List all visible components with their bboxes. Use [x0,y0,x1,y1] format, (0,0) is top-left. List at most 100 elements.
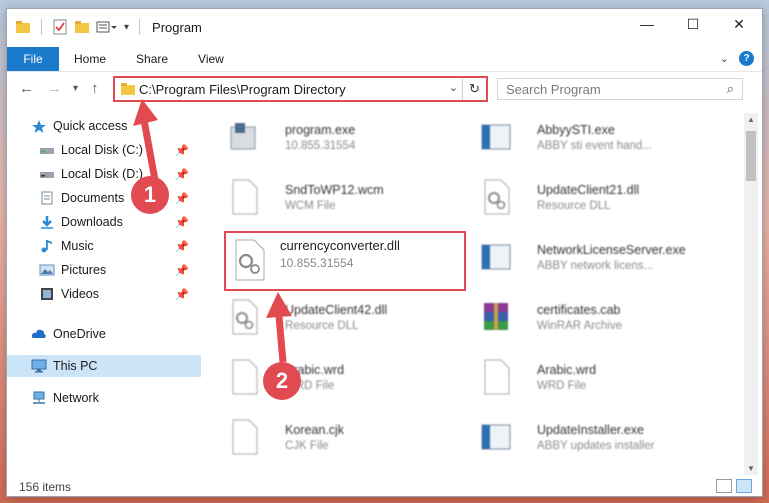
sidebar-item-downloads[interactable]: Downloads 📌 [7,211,201,233]
file-description: WRD File [537,380,587,392]
back-button[interactable]: ← [19,80,34,97]
file-name: AbbyySTI.exe [537,123,615,137]
search-box[interactable]: Search Program ⌕ [497,78,743,100]
scroll-down-icon[interactable]: ▼ [744,464,758,473]
address-dropdown-icon[interactable]: ⌄ [449,81,458,94]
network-icon [31,391,47,405]
toolbar-divider [41,19,42,35]
file-name: currencyconverter.dll [280,238,400,253]
file-name: UpdateInstaller.exe [537,423,645,437]
step-badge-1: 1 [131,176,169,214]
refresh-icon[interactable]: ↻ [462,78,486,100]
app-window-icon [481,119,511,155]
search-input[interactable]: Search Program [506,82,601,97]
close-button[interactable]: ✕ [716,9,762,39]
sidebar-item-quick-access[interactable]: Quick access [7,115,201,137]
file-item-highlighted[interactable]: currencyconverter.dll 10.855.31554 [224,231,466,291]
sidebar-item-this-pc[interactable]: This PC [7,355,201,377]
tab-file[interactable]: File [7,47,59,71]
blank-file-icon [229,179,259,215]
sidebar-item-label: Local Disk (C:) [61,143,143,157]
help-icon[interactable]: ? [739,51,754,66]
quick-access-toolbar: ▾ Program [7,19,202,35]
tab-view[interactable]: View [183,52,239,66]
chevron-down-icon[interactable]: ▾ [124,22,129,33]
sidebar-item-documents[interactable]: Documents 📌 [7,187,201,209]
expand-ribbon-icon[interactable]: ⌄ [720,52,729,65]
tab-home[interactable]: Home [59,52,121,66]
sidebar-item-local-disk-d[interactable]: Local Disk (D:) 📌 [7,163,201,185]
file-description: 10.855.31554 [280,256,354,270]
title-bar: ▾ Program — ☐ ✕ [7,9,762,45]
file-description: WCM File [285,200,336,212]
file-item[interactable]: AbbyySTI.exe ABBY sti event hand... [461,113,706,169]
minimize-button[interactable]: — [624,9,670,39]
cloud-icon [31,327,47,341]
sidebar-item-network[interactable]: Network [7,387,201,409]
music-icon [39,239,55,253]
file-item[interactable]: Korean.cjk CJK File [209,413,454,469]
sidebar-item-local-disk-c[interactable]: Local Disk (C:) 📌 [7,139,201,161]
pin-icon[interactable]: 📌 [175,192,189,205]
up-button[interactable]: ↑ [91,80,99,97]
sidebar-item-label: Videos [61,287,99,301]
scrollbar-thumb[interactable] [746,131,756,181]
sidebar-item-pictures[interactable]: Pictures 📌 [7,259,201,281]
title-divider [139,19,141,35]
address-bar[interactable]: C:\Program Files\Program Directory ⌄ ↻ [113,76,488,102]
pin-icon[interactable]: 📌 [175,264,189,277]
file-name: UpdateClient21.dll [537,183,640,197]
folder-icon [15,19,31,35]
file-item[interactable]: UpdateClient42.dll Resource DLL [209,293,454,349]
star-icon [31,119,47,133]
file-item[interactable]: SndToWP12.wcm WCM File [209,173,454,229]
details-view-icon[interactable] [716,479,732,493]
dll-icon [481,179,511,215]
vertical-scrollbar[interactable]: ▲ ▼ [744,113,758,475]
ribbon-right-controls: ⌄ ? [720,51,754,66]
maximize-button[interactable]: ☐ [670,9,716,39]
pin-icon[interactable]: 📌 [175,144,189,157]
sidebar-item-label: Local Disk (D:) [61,167,143,181]
file-item[interactable]: NetworkLicenseServer.exe ABBY network li… [461,233,706,289]
file-description: ABBY sti event hand... [537,140,652,152]
sidebar-item-music[interactable]: Music 📌 [7,235,201,257]
file-item[interactable]: program.exe 10.855.31554 [209,113,454,169]
item-count: 156 items [19,480,72,494]
file-item[interactable]: Arabic.wrd WRD File [461,353,706,409]
large-icons-view-icon[interactable] [736,479,752,493]
file-name: Korean.cjk [285,423,345,437]
blank-file-icon [481,359,511,395]
sidebar-item-videos[interactable]: Videos 📌 [7,283,201,305]
navigation-bar: ← → ▾ ↑ C:\Program Files\Program Directo… [7,71,762,105]
recent-locations-button[interactable]: ▾ [73,83,78,94]
scroll-up-icon[interactable]: ▲ [744,115,758,124]
properties-icon[interactable] [52,19,68,35]
app-window-icon [481,239,511,275]
computer-icon [31,359,47,373]
pin-icon[interactable]: 📌 [175,216,189,229]
tab-share[interactable]: Share [121,52,183,66]
sidebar-item-label: Downloads [61,215,123,229]
sidebar-item-label: Music [61,239,94,253]
file-item[interactable]: certificates.cab WinRAR Archive [461,293,706,349]
search-icon[interactable]: ⌕ [727,81,734,97]
file-item[interactable]: Arabic.wrd WRD File [209,353,454,409]
customize-toolbar-icon[interactable] [96,19,117,35]
sidebar-item-onedrive[interactable]: OneDrive [7,323,201,345]
pin-icon[interactable]: 📌 [175,288,189,301]
file-name: Arabic.wrd [537,363,597,377]
address-path[interactable]: C:\Program Files\Program Directory [139,82,346,97]
file-description: Resource DLL [285,320,359,332]
ribbon-tabs: File Home Share View ⌄ ? [7,47,762,71]
pin-icon[interactable]: 📌 [175,240,189,253]
downloads-icon [39,215,55,229]
file-item[interactable]: UpdateInstaller.exe ABBY updates install… [461,413,706,469]
pin-icon[interactable]: 📌 [175,168,189,181]
forward-button[interactable]: → [47,80,62,97]
new-folder-icon[interactable] [74,19,90,35]
pictures-icon [39,263,55,277]
exe-icon [229,119,259,155]
file-description: Resource DLL [537,200,611,212]
file-item[interactable]: UpdateClient21.dll Resource DLL [461,173,706,229]
